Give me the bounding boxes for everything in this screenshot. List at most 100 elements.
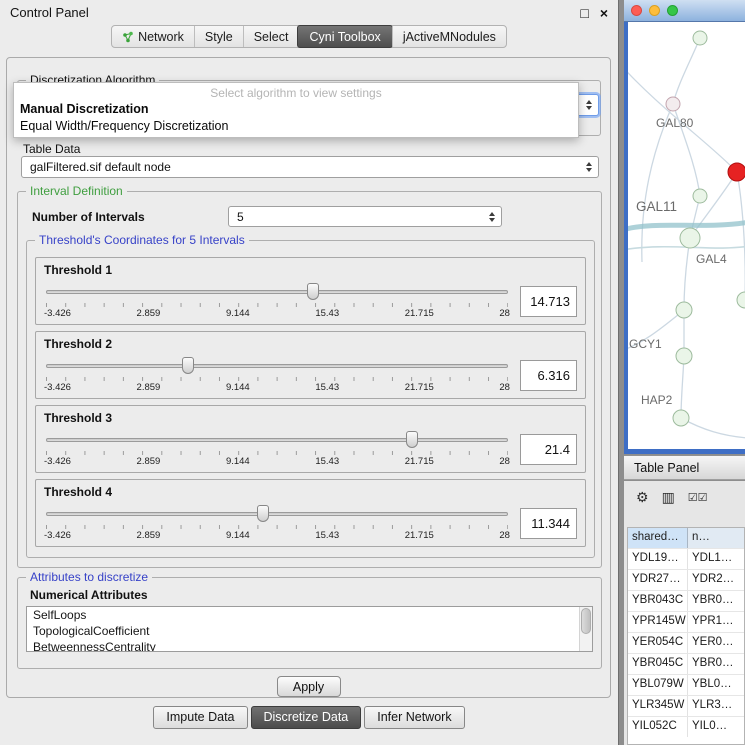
network-node[interactable] (680, 228, 700, 248)
cell[interactable]: YDR27… (628, 570, 688, 590)
list-scrollbar[interactable] (579, 607, 592, 651)
tick-label: 2.859 (137, 382, 161, 393)
table-row[interactable]: YPR145WYPR1… (628, 611, 744, 632)
zoom-traffic-light[interactable] (667, 5, 678, 16)
cell[interactable]: YIL0… (688, 717, 744, 737)
slider-thumb[interactable] (406, 431, 418, 448)
selected-node[interactable] (728, 163, 745, 181)
close-traffic-light[interactable] (631, 5, 642, 16)
threshold-1-slider[interactable]: -3.426 2.859 9.144 15.43 21.715 28 (44, 282, 510, 320)
dropdown-option-equal-width-frequency[interactable]: Equal Width/Frequency Discretization (14, 118, 578, 135)
dropdown-option-manual-discretization[interactable]: Manual Discretization (14, 101, 578, 118)
threshold-1-value-field[interactable]: 14.713 (520, 286, 577, 317)
cell[interactable]: YDR2… (688, 570, 744, 590)
network-window-titlebar (624, 0, 745, 22)
slider-track[interactable] (46, 438, 508, 442)
table-data-select[interactable]: galFiltered.sif default node (21, 156, 599, 178)
threshold-3-value-field[interactable]: 21.4 (520, 434, 577, 465)
cell[interactable]: YDL19… (628, 549, 688, 569)
scrollbar-thumb[interactable] (581, 608, 591, 634)
cell[interactable]: YPR1… (688, 612, 744, 632)
list-item[interactable]: TopologicalCoefficient (27, 623, 592, 639)
cell[interactable]: YBL0… (688, 675, 744, 695)
tab-jactivemodules[interactable]: jActiveMNodules (392, 26, 506, 47)
tab-style[interactable]: Style (194, 26, 243, 47)
cell[interactable]: YBR043C (628, 591, 688, 611)
cell[interactable]: YER054C (628, 633, 688, 653)
table-row[interactable]: YDR27…YDR2… (628, 569, 744, 590)
table-row[interactable]: YIL052CYIL0… (628, 716, 744, 737)
cell[interactable]: YLR345W (628, 696, 688, 716)
slider-ticks (46, 377, 508, 381)
tab-discretize-data[interactable]: Discretize Data (251, 706, 362, 729)
list-item[interactable]: BetweennessCentrality (27, 639, 592, 652)
threshold-3-slider[interactable]: -3.426 2.859 9.144 15.43 21.715 28 (44, 430, 510, 468)
network-node[interactable] (673, 410, 689, 426)
network-node[interactable] (693, 31, 707, 45)
slider-thumb[interactable] (257, 505, 269, 522)
threshold-2-value-field[interactable]: 6.316 (520, 360, 577, 391)
select-columns-icon[interactable]: ☑☑ (688, 489, 708, 519)
number-of-intervals-select[interactable]: 5 (228, 206, 502, 227)
node-label-gal80: GAL80 (656, 116, 694, 130)
cell[interactable]: YER0… (688, 633, 744, 653)
cell[interactable]: YLR3… (688, 696, 744, 716)
tab-network[interactable]: Network (112, 26, 194, 47)
columns-icon[interactable]: ▥ (662, 489, 675, 519)
apply-button[interactable]: Apply (277, 676, 341, 697)
cell[interactable]: YBL079W (628, 675, 688, 695)
threshold-2-slider[interactable]: -3.426 2.859 9.144 15.43 21.715 28 (44, 356, 510, 394)
tick-label: 9.144 (226, 456, 250, 467)
table-row[interactable]: YDL19…YDL1… (628, 548, 744, 569)
tab-cyni-toolbox[interactable]: Cyni Toolbox (297, 25, 392, 48)
slider-thumb[interactable] (182, 357, 194, 374)
table-row[interactable]: YLR345WYLR3… (628, 695, 744, 716)
table-row[interactable]: YBL079WYBL0… (628, 674, 744, 695)
float-window-button[interactable]: □ (580, 6, 588, 20)
cell[interactable]: YDL1… (688, 549, 744, 569)
cell[interactable]: YIL052C (628, 717, 688, 737)
slider-track[interactable] (46, 364, 508, 368)
network-node[interactable] (676, 348, 692, 364)
settings-icon[interactable]: ⚙ (636, 489, 649, 519)
network-node[interactable] (693, 189, 707, 203)
cell[interactable]: YBR0… (688, 591, 744, 611)
column-header-shared-name[interactable]: shared… (628, 528, 688, 548)
network-node[interactable] (737, 292, 745, 308)
table-row[interactable]: YER054CYER0… (628, 632, 744, 653)
slider-ticks (46, 451, 508, 455)
network-node[interactable] (666, 97, 680, 111)
tick-label: 28 (499, 382, 510, 393)
cell[interactable]: YBR045C (628, 654, 688, 674)
tab-impute-data[interactable]: Impute Data (153, 706, 247, 729)
tab-label: Style (205, 30, 233, 44)
spinner-icon (580, 162, 598, 172)
column-header-name[interactable]: n… (688, 528, 744, 548)
group-title: Attributes to discretize (26, 570, 152, 584)
tick-label: 15.43 (315, 456, 339, 467)
network-icon (122, 31, 134, 43)
network-node[interactable] (676, 302, 692, 318)
algorithm-dropdown-popup: Select algorithm to view settings Manual… (13, 82, 579, 138)
slider-track[interactable] (46, 290, 508, 294)
slider-thumb[interactable] (307, 283, 319, 300)
cell[interactable]: YBR0… (688, 654, 744, 674)
tick-label: 21.715 (405, 530, 434, 541)
list-item[interactable]: SelfLoops (27, 607, 592, 623)
tick-label: -3.426 (44, 382, 71, 393)
table-row[interactable]: YBR043CYBR0… (628, 590, 744, 611)
network-canvas[interactable]: GAL80 GAL11 GAL4 GCY1 HAP2 (628, 22, 745, 449)
close-window-button[interactable]: × (600, 6, 608, 20)
threshold-4-value-field[interactable]: 11.344 (520, 508, 577, 539)
threshold-4-slider[interactable]: -3.426 2.859 9.144 15.43 21.715 28 (44, 504, 510, 542)
tab-infer-network[interactable]: Infer Network (364, 706, 464, 729)
table-row[interactable]: YBR045CYBR0… (628, 653, 744, 674)
thresholds-group: Threshold's Coordinates for 5 Intervals … (26, 240, 595, 558)
tick-label: 21.715 (405, 382, 434, 393)
cell[interactable]: YPR145W (628, 612, 688, 632)
cyni-toolbox-panel: Discretization Algorithm Select algorith… (6, 57, 611, 698)
minimize-traffic-light[interactable] (649, 5, 660, 16)
tab-select[interactable]: Select (243, 26, 299, 47)
slider-track[interactable] (46, 512, 508, 516)
network-graph: GAL80 GAL11 GAL4 GCY1 HAP2 (628, 22, 745, 449)
